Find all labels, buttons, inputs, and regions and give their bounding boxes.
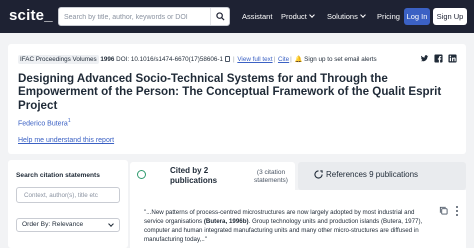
chevron-down-icon: [360, 12, 366, 18]
login-button[interactable]: Log In: [404, 8, 430, 25]
scite-logo[interactable]: scite_: [9, 7, 53, 24]
volume-year: 1996: [100, 56, 115, 63]
linkedin-icon[interactable]: [448, 54, 457, 63]
copy-icon[interactable]: [224, 56, 230, 62]
citation-search-heading: Search citation statements: [16, 172, 100, 179]
chevron-down-icon: [108, 221, 114, 227]
article-title: Designing Advanced Socio-Technical Syste…: [18, 72, 442, 112]
nav-solutions-label: Solutions: [327, 12, 358, 21]
copy-icon[interactable]: [439, 206, 448, 215]
order-by-select[interactable]: Order By: Relevance: [16, 218, 120, 232]
author-name: Federico Butera: [18, 120, 68, 128]
nav-pricing[interactable]: Pricing: [377, 12, 400, 21]
help-understand-link[interactable]: Help me understand this report: [18, 137, 114, 144]
bell-icon: 🔔: [294, 56, 303, 63]
nav-product-label: Product: [281, 12, 307, 21]
author-link[interactable]: Federico Butera1: [18, 118, 71, 127]
view-full-text-link[interactable]: View full text: [237, 56, 272, 63]
author-affiliation-mark: 1: [67, 118, 71, 124]
search-button[interactable]: [210, 8, 229, 25]
citation-statement: "...New patterns of process-centred micr…: [144, 208, 429, 244]
cite-link[interactable]: Cite: [278, 56, 289, 63]
email-alerts-link[interactable]: Sign up to set email alerts: [304, 56, 376, 63]
search-icon: [215, 12, 225, 21]
cited-by-icon: [137, 170, 146, 179]
citation-search-input[interactable]: [24, 191, 116, 200]
facebook-icon[interactable]: [434, 54, 443, 63]
global-search-input[interactable]: [64, 10, 209, 24]
citation-ref: (Butera, 1996b): [203, 218, 249, 225]
citation-search-box: [16, 187, 120, 203]
twitter-icon[interactable]: [420, 54, 429, 63]
references-icon: [314, 170, 323, 179]
article-meta: IFAC Proceedings Volumes 1996 DOI: 10.10…: [18, 55, 377, 64]
doi-text[interactable]: DOI: 10.1016/s1474-6670(17)58606-1: [116, 56, 223, 63]
tab-references-label: References 9 publications: [326, 170, 419, 179]
nav-solutions[interactable]: Solutions: [327, 12, 366, 21]
global-search: [58, 7, 230, 26]
nav-assistant[interactable]: Assistant: [242, 12, 272, 21]
more-options-icon[interactable]: [456, 206, 459, 217]
nav-product[interactable]: Product: [281, 12, 315, 21]
journal-name[interactable]: IFAC Proceedings Volumes: [18, 55, 99, 64]
signup-button[interactable]: Sign Up: [433, 8, 467, 25]
tab-citation-statements-count: (3 citation statements): [254, 169, 288, 184]
tab-cited-by-label: Cited by 2 publications: [170, 166, 218, 185]
chevron-down-icon: [309, 12, 315, 18]
order-by-value: Order By: Relevance: [22, 221, 84, 228]
